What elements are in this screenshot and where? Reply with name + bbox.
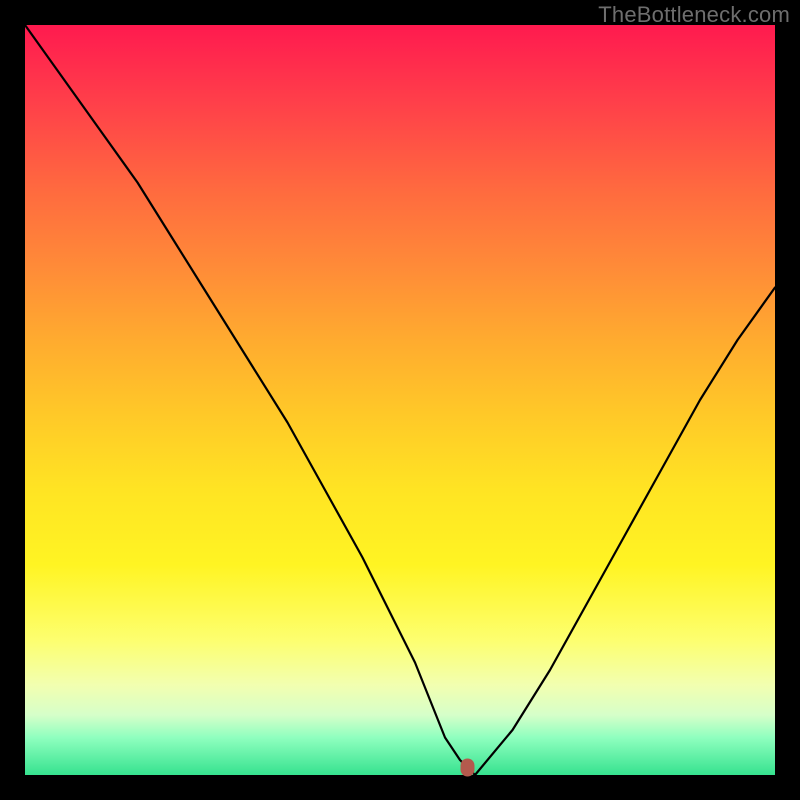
bottleneck-curve	[25, 25, 775, 775]
plot-area	[25, 25, 775, 775]
watermark-text: TheBottleneck.com	[598, 2, 790, 28]
curve-svg	[25, 25, 775, 775]
minimum-marker	[461, 759, 475, 777]
chart-frame: TheBottleneck.com	[0, 0, 800, 800]
